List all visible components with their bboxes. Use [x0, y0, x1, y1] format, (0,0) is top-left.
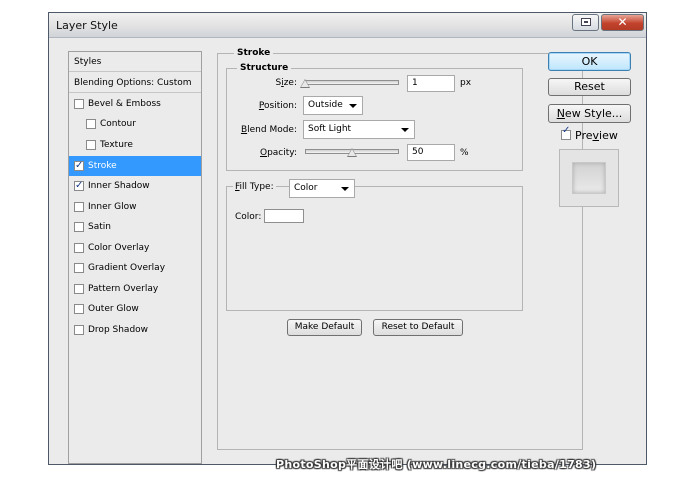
- window-icon: [581, 18, 591, 26]
- size-slider-thumb[interactable]: [300, 79, 310, 88]
- style-item-label: Color Overlay: [88, 243, 150, 253]
- style-item-outer-glow[interactable]: Outer Glow: [69, 299, 201, 319]
- window-menu-button[interactable]: [572, 14, 599, 31]
- new-style-button[interactable]: New Style...: [548, 104, 631, 123]
- bevel-emboss-checkbox[interactable]: [74, 99, 84, 109]
- ok-button[interactable]: OK: [548, 52, 631, 71]
- blend-mode-label: Blend Mode:: [240, 125, 297, 135]
- fill-type-label: Fill Type:: [233, 181, 276, 193]
- style-item-pattern-overlay[interactable]: Pattern Overlay: [69, 279, 201, 299]
- opacity-input[interactable]: 50: [407, 144, 455, 161]
- size-unit: px: [460, 78, 472, 88]
- color-label: Color:: [235, 212, 262, 222]
- style-item-label: Inner Shadow: [88, 181, 150, 191]
- blend-mode-select[interactable]: Soft Light: [303, 120, 415, 139]
- style-item-label: Drop Shadow: [88, 325, 149, 335]
- blending-options-item[interactable]: Blending Options: Custom: [69, 73, 201, 93]
- chevron-down-icon: [401, 128, 409, 132]
- reset-button[interactable]: Reset: [548, 78, 631, 96]
- preview-toggle[interactable]: Preview: [561, 125, 631, 143]
- size-slider[interactable]: [305, 80, 399, 85]
- fill-type-value: Color: [294, 183, 318, 193]
- preview-checkbox[interactable]: [561, 125, 571, 140]
- style-item-bevel-emboss[interactable]: Bevel & Emboss: [69, 94, 201, 114]
- style-item-gradient-overlay[interactable]: Gradient Overlay: [69, 258, 201, 278]
- style-item-label: Stroke: [88, 161, 117, 171]
- drop-shadow-checkbox[interactable]: [74, 325, 84, 335]
- contour-checkbox[interactable]: [86, 119, 96, 129]
- gradient-overlay-checkbox[interactable]: [74, 263, 84, 273]
- opacity-label: Opacity:: [259, 148, 297, 158]
- blend-mode-value: Soft Light: [308, 124, 352, 134]
- style-item-stroke[interactable]: Stroke: [69, 156, 201, 176]
- dialog-body: Styles Blending Options: Custom Bevel & …: [52, 41, 643, 464]
- style-item-inner-glow[interactable]: Inner Glow: [69, 197, 201, 217]
- style-preview: [559, 149, 619, 207]
- style-item-inner-shadow[interactable]: Inner Shadow: [69, 176, 201, 196]
- size-input[interactable]: 1: [407, 75, 455, 92]
- style-item-drop-shadow[interactable]: Drop Shadow: [69, 320, 201, 340]
- chevron-down-icon: [349, 104, 357, 108]
- satin-checkbox[interactable]: [74, 222, 84, 232]
- styles-list: Styles Blending Options: Custom Bevel & …: [68, 51, 202, 464]
- style-item-label: Satin: [88, 222, 111, 232]
- title-bar: Layer Style ✕: [49, 13, 646, 38]
- stroke-color-swatch[interactable]: [264, 209, 304, 223]
- dialog-title: Layer Style: [56, 19, 118, 32]
- watermark: PhotoShop平面设计吧 (www.linecg.com/tieba/178…: [276, 458, 597, 471]
- stroke-checkbox[interactable]: [74, 156, 84, 176]
- style-item-label: Contour: [100, 119, 136, 129]
- position-select[interactable]: Outside: [303, 96, 363, 115]
- stroke-group: Stroke Structure Size: 1 px Position: Ou…: [217, 48, 583, 450]
- size-label: Size:: [275, 78, 297, 88]
- reset-to-default-button[interactable]: Reset to Default: [373, 319, 463, 336]
- blending-options-label: Blending Options: Custom: [74, 78, 192, 88]
- structure-group: Structure Size: 1 px Position: Outside B…: [226, 63, 523, 171]
- chevron-down-icon: [341, 187, 349, 191]
- styles-header-label: Styles: [74, 57, 102, 67]
- style-item-contour[interactable]: Contour: [69, 114, 201, 134]
- opacity-slider-thumb[interactable]: [347, 148, 357, 157]
- styles-header[interactable]: Styles: [69, 52, 201, 72]
- position-label: Position:: [258, 101, 297, 111]
- inner-glow-checkbox[interactable]: [74, 202, 84, 212]
- style-item-label: Gradient Overlay: [88, 263, 166, 273]
- layer-style-dialog: Layer Style ✕ Styles Blending Options: C…: [48, 12, 647, 465]
- style-item-label: Texture: [100, 140, 133, 150]
- fill-type-select[interactable]: Color: [289, 179, 355, 198]
- structure-group-title: Structure: [237, 63, 292, 73]
- style-item-color-overlay[interactable]: Color Overlay: [69, 238, 201, 258]
- style-item-texture[interactable]: Texture: [69, 135, 201, 155]
- style-item-label: Outer Glow: [88, 304, 139, 314]
- style-item-label: Bevel & Emboss: [88, 99, 161, 109]
- color-overlay-checkbox[interactable]: [74, 243, 84, 253]
- style-item-satin[interactable]: Satin: [69, 217, 201, 237]
- style-item-label: Pattern Overlay: [88, 284, 159, 294]
- position-value: Outside: [308, 100, 343, 110]
- texture-checkbox[interactable]: [86, 140, 96, 150]
- stroke-group-title: Stroke: [234, 48, 274, 58]
- fill-group: Fill Type: Color Color:: [226, 179, 523, 311]
- opacity-unit: %: [460, 148, 469, 158]
- inner-shadow-checkbox[interactable]: [74, 176, 84, 196]
- preview-label: Preview: [575, 129, 618, 142]
- close-button[interactable]: ✕: [601, 14, 644, 31]
- make-default-button[interactable]: Make Default: [287, 319, 362, 336]
- style-item-label: Inner Glow: [88, 202, 137, 212]
- outer-glow-checkbox[interactable]: [74, 304, 84, 314]
- preview-swatch: [572, 162, 606, 194]
- close-icon: ✕: [617, 15, 628, 29]
- pattern-overlay-checkbox[interactable]: [74, 284, 84, 294]
